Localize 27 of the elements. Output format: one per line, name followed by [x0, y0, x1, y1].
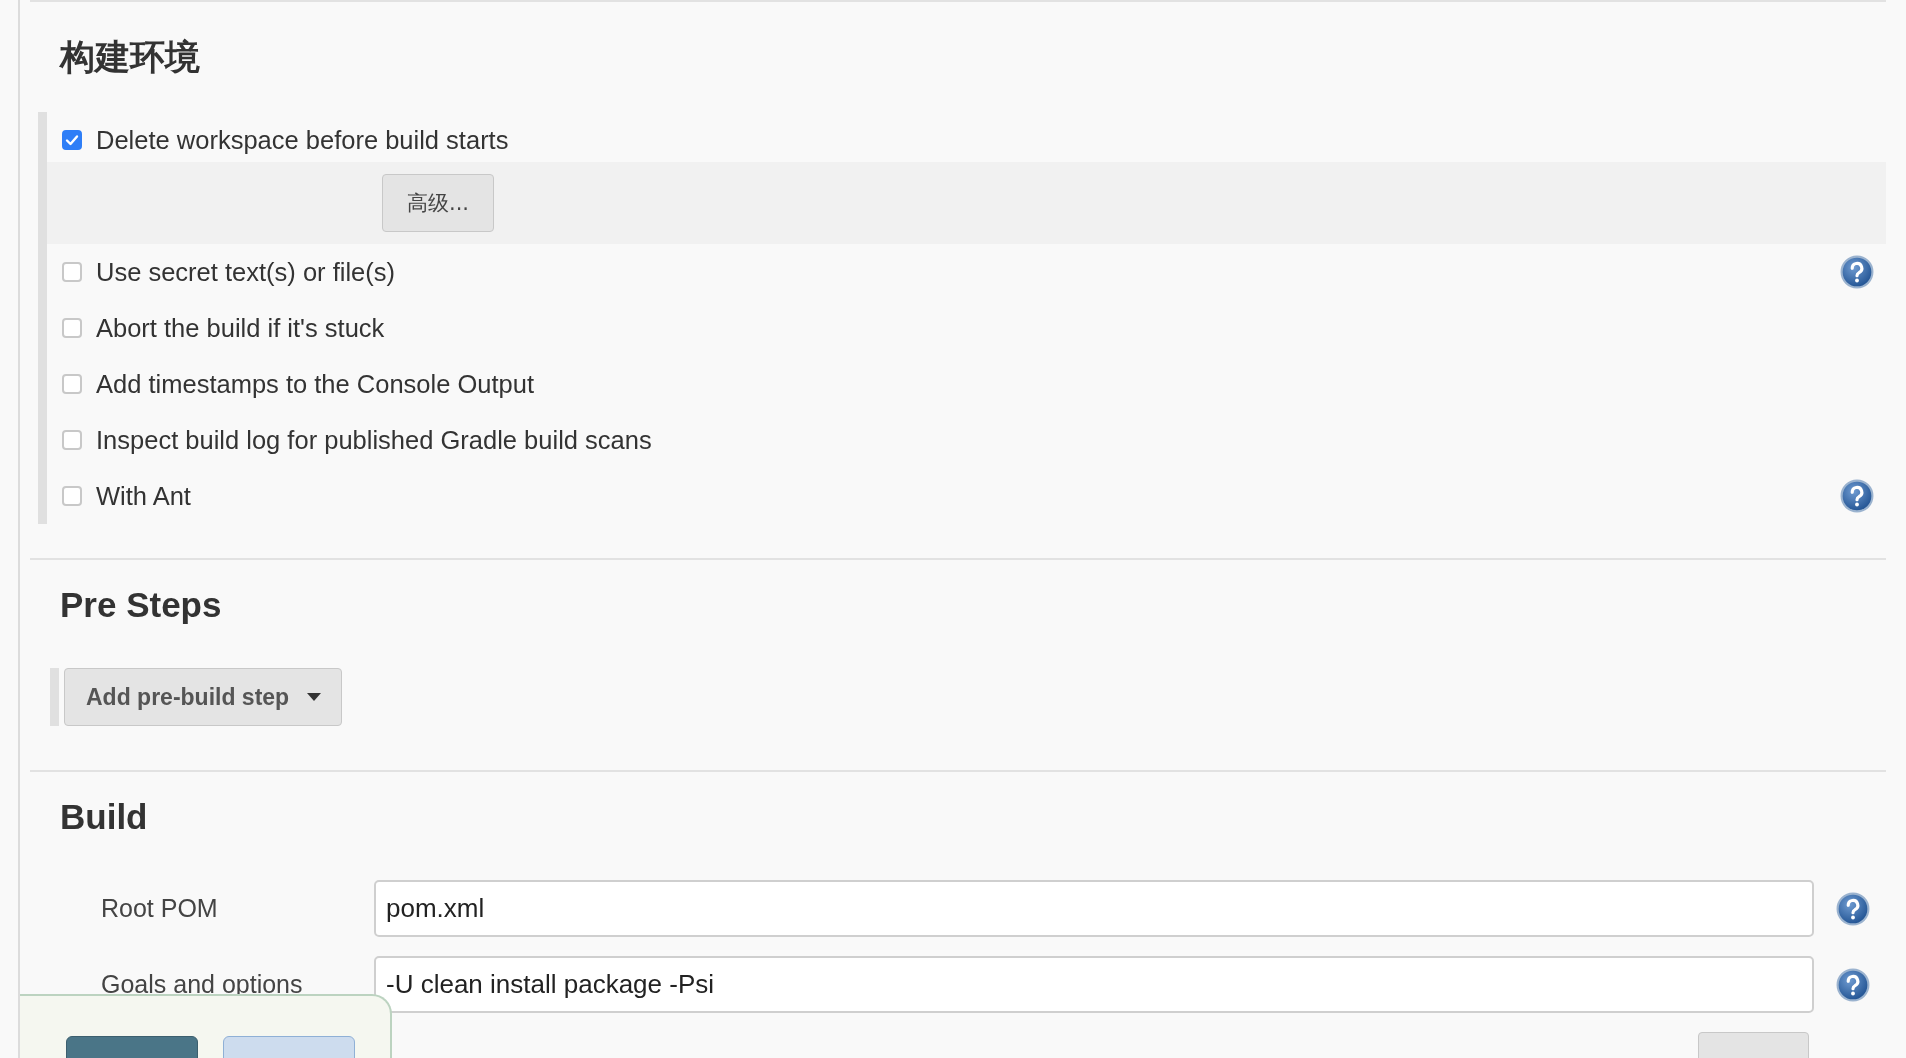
add-step-button[interactable]: Add pre-build step: [64, 668, 343, 726]
checkbox[interactable]: [62, 130, 82, 150]
help-icon[interactable]: [1836, 967, 1870, 1002]
section-heading: Pre Steps: [59, 584, 223, 626]
checkbox-label[interactable]: Add timestamps to the Console Output: [96, 369, 534, 399]
checkbox-label[interactable]: Delete workspace before build starts: [96, 125, 509, 155]
checkbox[interactable]: [62, 262, 82, 282]
checkbox-label[interactable]: With Ant: [96, 481, 191, 511]
checkbox-label[interactable]: Abort the build if it's stuck: [96, 313, 385, 343]
checkbox[interactable]: [62, 318, 82, 338]
help-icon[interactable]: [1840, 255, 1874, 289]
input-field[interactable]: -U clean install package -Psi: [374, 956, 1814, 1013]
caret-icon: [307, 693, 322, 701]
help-icon[interactable]: [1840, 479, 1874, 513]
checkbox[interactable]: [62, 486, 82, 506]
input-field[interactable]: pom.xml: [374, 880, 1814, 937]
field-label: Root POM: [100, 894, 219, 923]
advanced-button[interactable]: 高级...: [382, 174, 494, 232]
section-heading: 构建环境: [58, 36, 201, 79]
checkbox[interactable]: [62, 374, 82, 394]
checkbox-label[interactable]: Use secret text(s) or file(s): [96, 257, 395, 287]
field-label: Goals and options: [100, 970, 304, 999]
section-heading: Build: [59, 796, 149, 838]
help-icon[interactable]: [1836, 891, 1870, 926]
left-border: [50, 668, 59, 726]
checkbox[interactable]: [62, 430, 82, 450]
checkbox-label[interactable]: Inspect build log for published Gradle build scans: [96, 425, 652, 455]
